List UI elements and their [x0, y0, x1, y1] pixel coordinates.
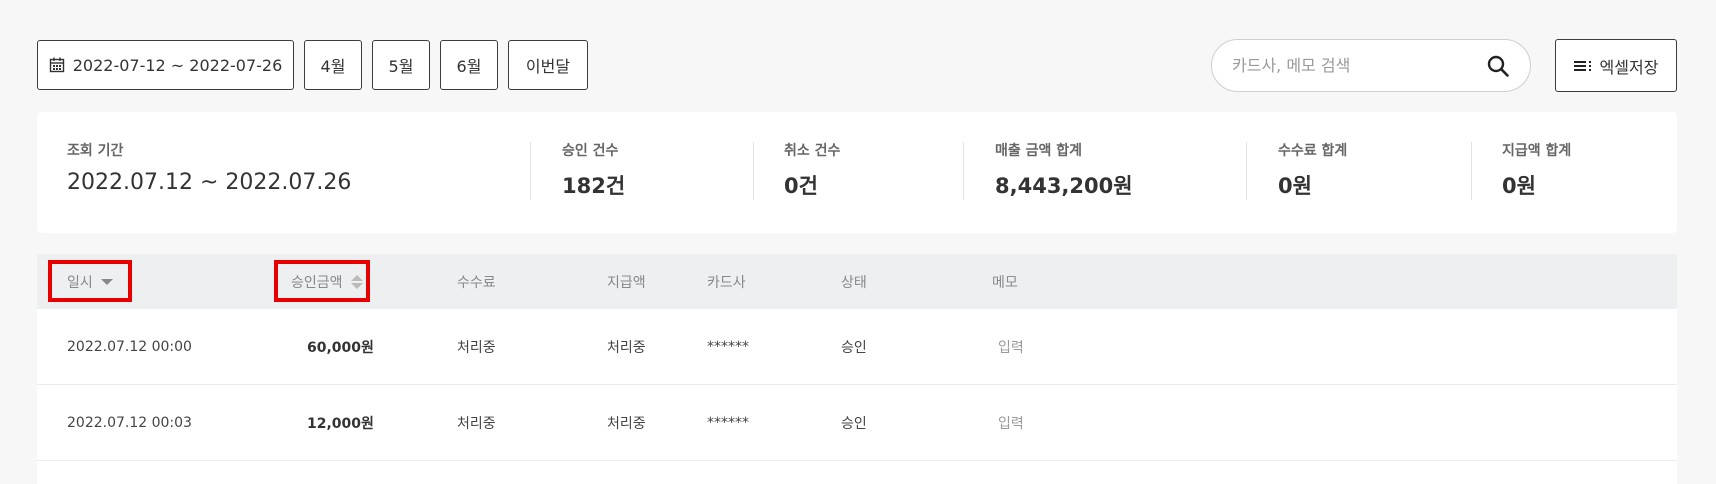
summary-divider	[1471, 142, 1472, 200]
column-header-datetime-label: 일시	[67, 274, 93, 291]
summary-panel: 조회 기간 2022.07.12 ~ 2022.07.26 승인 건수 182건…	[37, 112, 1677, 233]
cell-payout: 처리중	[607, 416, 646, 432]
summary-period-value: 2022.07.12 ~ 2022.07.26	[67, 170, 352, 195]
summary-cancel-value: 0건	[784, 174, 818, 198]
search-box	[1211, 39, 1531, 92]
cell-payout: 처리중	[607, 340, 646, 356]
cell-fee: 처리중	[457, 416, 496, 432]
column-header-datetime[interactable]: 일시	[67, 254, 113, 309]
this-month-button[interactable]: 이번달	[508, 40, 588, 90]
summary-period: 조회 기간 2022.07.12 ~ 2022.07.26	[67, 140, 351, 195]
summary-approved-label: 승인 건수	[562, 143, 619, 159]
list-icon	[1573, 60, 1591, 71]
cell-amount: 60,000원	[307, 340, 374, 356]
cell-card: ******	[707, 415, 749, 431]
summary-period-label: 조회 기간	[67, 143, 124, 159]
summary-fee-total: 수수료 합계 0원	[1278, 140, 1347, 200]
sort-both-icon	[350, 274, 363, 289]
summary-divider	[530, 142, 531, 200]
table-header: 일시 승인금액 수수료 지급액 카드사 상태 메모	[37, 254, 1677, 309]
cell-card: ******	[707, 339, 749, 355]
cell-status: 승인	[841, 340, 867, 356]
summary-sales-label: 매출 금액 합계	[995, 143, 1083, 159]
date-range-text: 2022-07-12 ~ 2022-07-26	[72, 55, 283, 75]
summary-payout-label: 지급액 합계	[1502, 143, 1572, 159]
column-header-amount[interactable]: 승인금액	[291, 254, 363, 309]
month-may-button[interactable]: 5월	[372, 40, 430, 90]
table-row[interactable]: 2022.07.12 00:03 12,000원 처리중 처리중 ****** …	[37, 385, 1677, 461]
summary-payout-total: 지급액 합계 0원	[1502, 140, 1571, 200]
table-row[interactable]: 2022.07.12 00:00 60,000원 처리중 처리중 ****** …	[37, 309, 1677, 385]
search-icon[interactable]	[1486, 54, 1510, 78]
excel-save-button[interactable]: 엑셀저장	[1555, 39, 1677, 92]
calendar-icon	[49, 57, 64, 73]
summary-cancel-label: 취소 건수	[784, 143, 841, 159]
summary-approved-count: 승인 건수 182건	[562, 140, 625, 200]
summary-divider	[1246, 142, 1247, 200]
cell-memo-input[interactable]: 입력	[998, 309, 1024, 385]
column-header-status: 상태	[841, 274, 867, 291]
column-header-payout: 지급액	[607, 274, 646, 291]
summary-approved-value: 182건	[562, 174, 626, 198]
search-input[interactable]	[1232, 56, 1486, 75]
month-april-button[interactable]: 4월	[304, 40, 362, 90]
summary-divider	[753, 142, 754, 200]
date-range-button[interactable]: 2022-07-12 ~ 2022-07-26	[37, 40, 294, 90]
transactions-table: 일시 승인금액 수수료 지급액 카드사 상태 메모 2022.07.12 00:…	[37, 254, 1677, 484]
cell-datetime: 2022.07.12 00:00	[67, 339, 192, 355]
summary-sales-total: 매출 금액 합계 8,443,200원	[995, 140, 1133, 200]
summary-divider	[963, 142, 964, 200]
cell-status: 승인	[841, 416, 867, 432]
summary-cancel-count: 취소 건수 0건	[784, 140, 840, 200]
cell-datetime: 2022.07.12 00:03	[67, 415, 192, 431]
sort-desc-icon	[100, 278, 113, 285]
summary-payout-value: 0원	[1502, 174, 1536, 198]
summary-fee-label: 수수료 합계	[1278, 143, 1348, 159]
column-header-memo: 메모	[992, 274, 1018, 291]
excel-save-label: 엑셀저장	[1599, 57, 1659, 77]
summary-fee-value: 0원	[1278, 174, 1312, 198]
summary-sales-value: 8,443,200원	[995, 174, 1133, 198]
cell-memo-input[interactable]: 입력	[998, 385, 1024, 461]
column-header-card: 카드사	[707, 274, 746, 291]
column-header-fee: 수수료	[457, 274, 496, 291]
cell-amount: 12,000원	[307, 416, 374, 432]
column-header-amount-label: 승인금액	[291, 274, 343, 291]
month-june-button[interactable]: 6월	[440, 40, 498, 90]
cell-fee: 처리중	[457, 340, 496, 356]
